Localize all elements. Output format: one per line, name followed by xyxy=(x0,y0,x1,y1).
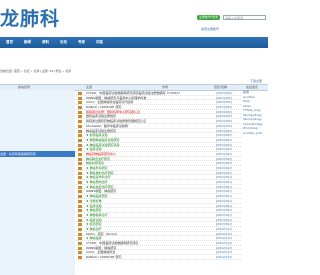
topic-list: CTCRO：中国临床试验数据库研究项目临床试验注册数据库（CTCRO） [2013… xyxy=(76,91,241,260)
topic-icon xyxy=(78,96,82,100)
topic-icon xyxy=(78,157,82,161)
right-list: 其他 Another Help Ahaa TTTest_long Stumpyllogy S… xyxy=(241,90,268,135)
topic-icon xyxy=(78,106,82,110)
site-logo: 龙肺科 xyxy=(0,8,61,30)
topic-icon xyxy=(78,223,82,227)
topic-icon xyxy=(78,195,82,199)
topic-icon xyxy=(78,143,82,147)
nav-item-experts[interactable]: 专家 xyxy=(78,37,85,48)
right-list-item[interactable]: another_p19 xyxy=(241,131,268,136)
nav-item-news[interactable]: 新闻 xyxy=(24,37,31,48)
topic-icon xyxy=(78,152,82,156)
topic-icon xyxy=(78,120,82,124)
register-link[interactable]: 免费注册帐号 xyxy=(201,27,219,31)
download-all-link[interactable]: 下载全部 xyxy=(250,79,262,83)
topic-icon xyxy=(78,190,82,194)
topic-icon xyxy=(78,185,82,189)
topic-icon xyxy=(78,124,82,128)
topic-icon xyxy=(78,251,82,255)
topic-icon xyxy=(78,138,82,142)
topic-icon xyxy=(78,129,82,133)
topic-title[interactable]: RANDO / CONSORT 研究 xyxy=(86,255,206,260)
topic-icon xyxy=(78,181,82,185)
col-replies: 回复/查看 xyxy=(214,85,228,89)
table-row[interactable]: RANDO / CONSORT 研究 [2012/12/] xyxy=(76,255,241,260)
topic-icon xyxy=(78,246,82,250)
nav-item-forum[interactable]: 论坛 xyxy=(60,37,67,48)
topic-icon xyxy=(78,227,82,231)
topic-icon xyxy=(78,209,82,213)
topic-date: [2012/12/] xyxy=(216,255,232,260)
left-sidebar xyxy=(0,90,75,275)
topic-icon xyxy=(78,162,82,166)
nav-item-qa[interactable]: 问答 xyxy=(96,37,103,48)
topic-icon xyxy=(78,134,82,138)
topic-icon xyxy=(78,232,82,236)
login-button[interactable]: 注册帐号/登录 xyxy=(197,15,220,20)
topic-icon xyxy=(78,242,82,245)
topic-icon xyxy=(78,110,82,114)
topic-icon xyxy=(78,176,82,180)
topic-icon xyxy=(78,213,82,217)
topic-icon xyxy=(78,256,82,260)
topic-icon xyxy=(78,204,82,208)
breadcrumb: 当前位置: 首页 » 论坛 » 北京 [主题: 34] 学生 » 北京 xyxy=(0,69,72,73)
topic-icon xyxy=(78,218,82,222)
topic-icon xyxy=(78,171,82,175)
nav-item-docs[interactable]: 资料 xyxy=(42,37,49,48)
col-author: 作者 xyxy=(162,85,169,89)
nav-item-home[interactable]: 首页 xyxy=(6,37,13,48)
topic-icon xyxy=(78,115,82,119)
topic-icon xyxy=(78,101,82,105)
search-input[interactable]: 请输入关键词 xyxy=(223,15,266,20)
topic-icon xyxy=(78,237,82,241)
sidebar-item-selected[interactable]: 全部 · 北京呼吸疾病研究所· xyxy=(0,151,75,157)
col-topic: 主题 xyxy=(86,85,93,89)
topic-icon xyxy=(78,167,82,170)
topic-icon xyxy=(78,92,82,95)
topic-icon xyxy=(78,199,82,203)
main-nav: 首页 新闻 资料 论坛 专家 问答 xyxy=(0,37,268,48)
topic-icon xyxy=(78,148,82,152)
